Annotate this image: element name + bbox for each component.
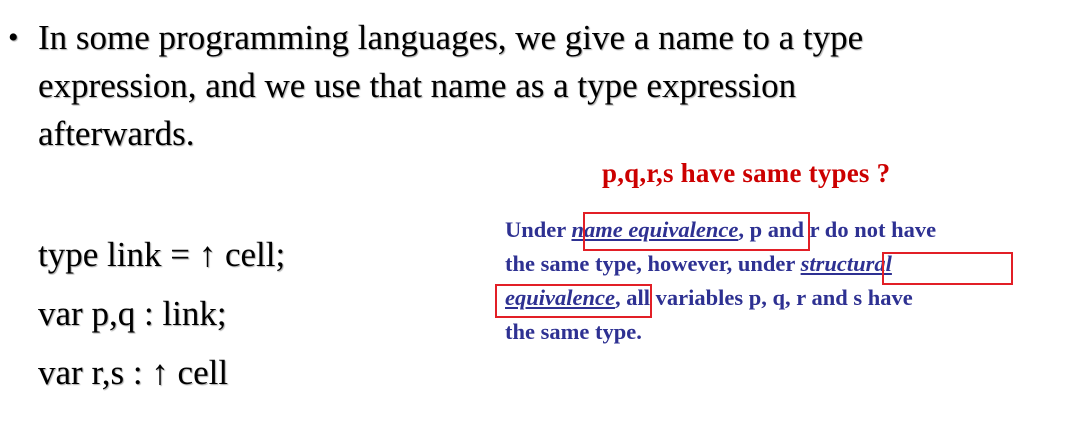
code-example: type link = ↑ cell; var p,q : link; var … [38, 225, 285, 402]
highlight-box-name-equivalence [583, 212, 810, 251]
note-text: Under [505, 217, 572, 242]
term-structural: structural [800, 251, 892, 276]
bullet-symbol: • [8, 21, 19, 54]
highlight-box-equivalence [495, 284, 652, 318]
question-heading: p,q,r,s have same types ? [602, 158, 891, 188]
bullet-text: In some programming languages, we give a… [38, 14, 998, 158]
bullet-point: • In some programming languages, we give… [8, 14, 1008, 158]
code-line-var-rs: var r,s : ↑ cell [38, 353, 229, 392]
note-text: the same type, however, under [505, 251, 801, 276]
bullet-line-1: In some programming languages, we give a… [38, 18, 864, 57]
bullet-line-2: expression, and we use that name as a ty… [38, 66, 797, 105]
note-text: , all variables p, q, r and s have [614, 285, 913, 310]
code-line-type-link: type link = ↑ cell; [38, 235, 286, 274]
highlight-box-structural [882, 252, 1013, 285]
bullet-line-3: afterwards. [38, 114, 195, 153]
code-line-var-pq: var p,q : link; [38, 294, 227, 333]
note-line-4: the same type. [505, 319, 642, 344]
